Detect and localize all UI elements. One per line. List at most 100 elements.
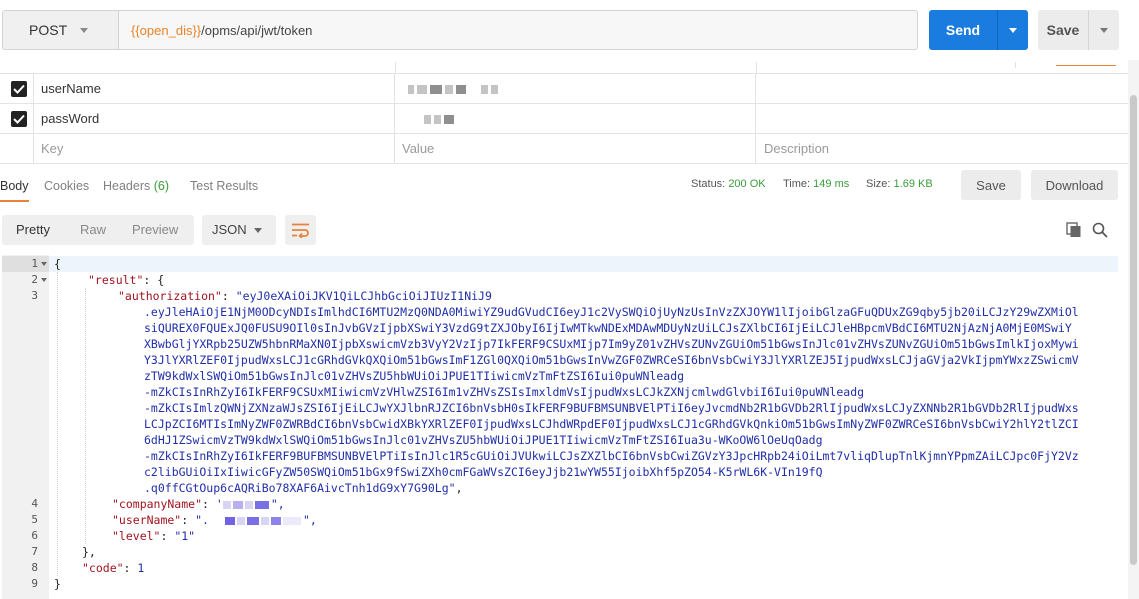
column-divider <box>1015 62 1016 68</box>
redacted-text <box>254 500 269 509</box>
redacted-text <box>224 516 235 525</box>
new-key-input[interactable]: Key <box>34 134 395 164</box>
tab-test-results[interactable]: Test Results <box>190 179 258 193</box>
view-mode-segment: Pretty Raw Preview <box>2 215 194 245</box>
json-punct: : <box>181 513 196 527</box>
tab-headers-label: Headers <box>103 179 151 193</box>
redacted-text <box>445 85 453 95</box>
format-select[interactable]: JSON <box>202 215 276 245</box>
code-line: } <box>54 576 61 592</box>
redacted-text <box>260 516 269 525</box>
param-value-input[interactable] <box>395 74 756 104</box>
redacted-text <box>424 115 431 125</box>
json-brace: } <box>54 577 61 591</box>
json-string: "eyJ0eXAiOiJKV1QiLCJhbGciOiJIUzI1NiJ9 <box>235 289 492 303</box>
url-variable: {{open_dis}} <box>131 22 202 38</box>
url-path: /opms/api/jwt/token <box>201 22 313 38</box>
status-readout: Status: 200 OK <box>691 178 766 190</box>
line-number: 3 <box>31 289 38 302</box>
send-button[interactable]: Send <box>929 10 1028 50</box>
tab-body[interactable]: Body <box>0 179 29 202</box>
redacted-text <box>270 516 281 525</box>
code-line: "userName": ". ", <box>112 512 317 528</box>
search-icon[interactable] <box>1092 222 1108 238</box>
code-wrap-line: LCJpZCI6MTIsImNyZWF0ZWRBdCI6bnVsbCwidXBk… <box>144 417 1079 431</box>
json-brace: }, <box>82 545 96 559</box>
param-enable-cell <box>0 104 34 134</box>
json-key: "level" <box>112 529 161 543</box>
tab-headers[interactable]: Headers (6) <box>103 179 169 193</box>
line-number: 8 <box>31 561 38 574</box>
checkbox-checked-icon[interactable] <box>11 81 27 97</box>
param-value-input[interactable] <box>395 104 756 134</box>
json-number: 1 <box>137 561 145 575</box>
url-input[interactable]: {{open_dis}}/opms/api/jwt/token <box>118 10 918 50</box>
code-wrap-line: 6dHJ1ZSwicmVzTW9kdWxlSWQiOm51bGwsInJlc01… <box>144 433 823 447</box>
code-line: "result": { <box>88 272 164 288</box>
chevron-down-icon <box>80 28 88 33</box>
code-wrap-line: -mZkCIsInRhZyI6IkFERF9BUFBMSUNBVElPTiIsI… <box>144 449 1079 463</box>
new-value-input[interactable]: Value <box>395 134 756 164</box>
wrap-lines-button[interactable] <box>285 215 316 245</box>
download-button[interactable]: Download <box>1031 170 1118 200</box>
redacted-text <box>232 500 243 509</box>
scrollbar-thumb[interactable] <box>1130 95 1137 565</box>
time-label: Time: <box>783 178 811 190</box>
request-bar: POST {{open_dis}}/opms/api/jwt/token Sen… <box>0 10 1139 50</box>
copy-icon[interactable] <box>1066 222 1082 238</box>
code-wrap-line: .eyJleHAiOjE1NjM0ODcyNDIsImlhdCI6MTU2MzQ… <box>144 305 1079 319</box>
send-options-button[interactable] <box>997 10 1028 50</box>
fold-toggle-icon[interactable] <box>41 278 47 282</box>
code-line: "authorization": "eyJ0eXAiOiJKV1QiLCJhbG… <box>118 288 492 304</box>
time-value: 149 ms <box>813 178 850 190</box>
param-row: userName <box>0 74 1128 104</box>
code-wrap-line: -mZkCIsImlzQWNjZXNzaWJsZSI6IjEiLCJwYXJlb… <box>144 401 1079 415</box>
redacted-text <box>236 516 245 525</box>
preview-button[interactable]: Preview <box>132 215 178 245</box>
response-body-editor[interactable]: 1 2 3 4 5 6 7 8 9 { "result": { "authori… <box>2 255 1118 599</box>
method-select[interactable]: POST <box>2 10 118 50</box>
json-key: "code" <box>82 561 124 575</box>
param-enable-cell <box>0 74 34 104</box>
save-response-button[interactable]: Save <box>961 170 1021 200</box>
code-wrap-line: Y3JlYXRlZEF0IjpudWxsLCJ1cGRhdGVkQXQiOm51… <box>144 353 1079 367</box>
column-divider <box>395 62 396 74</box>
method-label: POST <box>29 22 68 38</box>
line-number: 7 <box>31 545 38 558</box>
column-divider <box>756 62 757 74</box>
param-description-input[interactable] <box>756 74 1128 104</box>
status-value: 200 OK <box>728 178 766 190</box>
bulk-edit-link-edge[interactable] <box>1056 62 1116 66</box>
chevron-down-icon <box>254 228 262 233</box>
time-readout: Time: 149 ms <box>783 178 849 190</box>
json-string-close: ", <box>270 497 285 511</box>
new-description-input[interactable]: Description <box>756 134 1128 164</box>
fold-toggle-icon[interactable] <box>41 262 47 266</box>
redacted-text <box>444 115 454 125</box>
save-request-button[interactable]: Save <box>1038 10 1119 50</box>
active-line-background <box>49 256 1118 272</box>
code-wrap-line: c2libGUiOiIxIiwicGFyZW50SWQiOm51bGx9fSwi… <box>144 465 823 479</box>
code-line: "companyName": ' ", <box>112 496 285 512</box>
indent-guide <box>57 272 58 576</box>
json-punct: : <box>221 289 236 303</box>
code-wrap-line: siQUREX0FQUExJQ0FUSU9OIl0sInJvbGVzIjpbXS… <box>144 321 1072 335</box>
param-key-input[interactable]: passWord <box>34 104 395 134</box>
param-description-input[interactable] <box>756 104 1128 134</box>
checkbox-checked-icon[interactable] <box>11 111 27 127</box>
json-string-open: ' <box>215 497 223 511</box>
redacted-text <box>456 85 466 95</box>
raw-button[interactable]: Raw <box>80 215 106 245</box>
pretty-button[interactable]: Pretty <box>16 215 50 245</box>
param-key-input[interactable]: userName <box>34 74 395 104</box>
json-punct: : <box>123 561 138 575</box>
save-options-button[interactable] <box>1088 10 1119 50</box>
tab-cookies[interactable]: Cookies <box>44 179 89 193</box>
json-key: "result" <box>88 273 144 287</box>
save-label: Save <box>1046 22 1080 38</box>
chevron-down-icon <box>1009 28 1017 33</box>
size-readout: Size: 1.69 KB <box>866 178 933 190</box>
line-number: 5 <box>31 513 38 526</box>
redacted-text <box>430 85 442 95</box>
chevron-down-icon <box>1100 28 1108 33</box>
